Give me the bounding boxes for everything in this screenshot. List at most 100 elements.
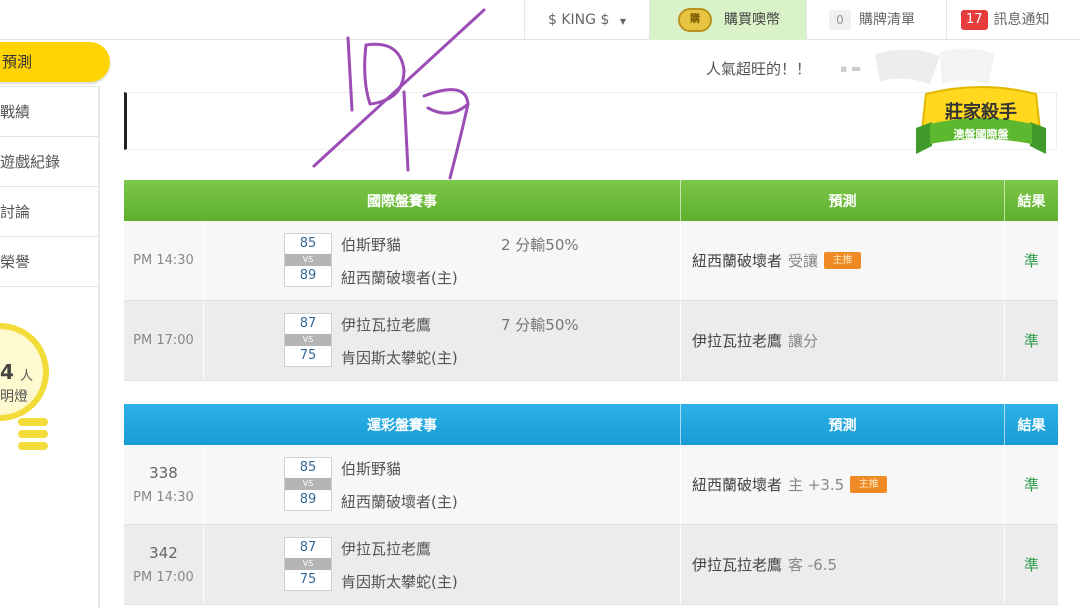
game-cell: 87 VS 75 伊拉瓦拉老鷹 肯因斯太攀蛇(主) bbox=[204, 525, 681, 604]
column-header-game: 國際盤賽事 bbox=[124, 180, 681, 221]
cart-label: 購牌清單 bbox=[859, 12, 915, 28]
lamp-unit: 人 bbox=[20, 369, 34, 384]
badge-title: 莊家殺手 bbox=[945, 102, 1017, 123]
score-box: 87 VS 75 bbox=[284, 537, 332, 591]
column-header-prediction: 預測 bbox=[681, 180, 1005, 221]
username: $ KING $ bbox=[548, 12, 610, 28]
team-away: 伊拉瓦拉老鷹 bbox=[341, 316, 432, 334]
cart-button[interactable]: 0 購牌清單 bbox=[806, 0, 946, 40]
buy-coin-label: 購買噢幣 bbox=[724, 12, 780, 28]
prediction-note: 受讓 bbox=[788, 252, 819, 270]
notifications-label: 訊息通知 bbox=[993, 12, 1050, 28]
chevron-down-icon: ▼ bbox=[619, 17, 626, 26]
notifications-button[interactable]: 17 訊息通知 bbox=[946, 0, 1080, 40]
sidebar-item-record[interactable]: 戰績 bbox=[0, 87, 98, 137]
vs-label: VS bbox=[285, 334, 331, 346]
sidebar-item-label: 戰績 bbox=[0, 103, 31, 121]
game-cell: 87 VS 75 伊拉瓦拉老鷹 肯因斯太攀蛇(主) 7 分輸50% bbox=[204, 301, 681, 380]
table-row[interactable]: PM 17:00 87 VS 75 伊拉瓦拉老鷹 肯因斯太攀蛇(主) 7 分輸5… bbox=[124, 301, 1058, 381]
time-cell: PM 17:00 bbox=[124, 301, 204, 380]
sidebar-menu: 戰績 遊戲紀錄 討論 榮譽 bbox=[0, 86, 100, 287]
team-home: 紐西蘭破壞者(主) bbox=[341, 269, 458, 287]
team-home: 肯因斯太攀蛇(主) bbox=[341, 349, 458, 367]
lamp-count: 4 bbox=[0, 360, 14, 384]
sidebar-item-label: 榮譽 bbox=[0, 253, 31, 271]
result-value: 準 bbox=[1023, 252, 1039, 270]
result-cell: 準 bbox=[1005, 221, 1058, 300]
table-row[interactable]: PM 14:30 85 VS 89 伯斯野貓 紐西蘭破壞者(主) 2 分輸50%… bbox=[124, 221, 1058, 301]
sidebar-item-game-history[interactable]: 遊戲紀錄 bbox=[0, 137, 98, 187]
match-number: 338 bbox=[149, 464, 178, 482]
column-header-game: 運彩盤賽事 bbox=[124, 404, 681, 445]
match-number: 342 bbox=[149, 544, 178, 562]
sidebar: 戰績 遊戲紀錄 討論 榮譽 預測 4 人 明燈 bbox=[0, 40, 110, 608]
buy-coin-button[interactable]: 購 購買噢幣 bbox=[649, 0, 806, 40]
column-header-prediction: 預測 bbox=[681, 404, 1005, 445]
coin-icon: 購 bbox=[678, 8, 712, 32]
team-away: 伊拉瓦拉老鷹 bbox=[341, 540, 432, 558]
team-away: 伯斯野貓 bbox=[341, 460, 402, 478]
sidebar-item-label: 遊戲紀錄 bbox=[0, 153, 61, 171]
match-time: PM 14:30 bbox=[133, 253, 194, 268]
prediction-team: 紐西蘭破壞者 bbox=[692, 252, 783, 270]
game-cell: 85 VS 89 伯斯野貓 紐西蘭破壞者(主) bbox=[204, 445, 681, 524]
time-cell: PM 14:30 bbox=[124, 221, 204, 300]
vs-label: VS bbox=[285, 254, 331, 266]
score-away: 87 bbox=[299, 316, 317, 331]
column-header-result: 結果 bbox=[1017, 193, 1046, 210]
team-home: 肯因斯太攀蛇(主) bbox=[341, 573, 458, 591]
margin-text: 7 分輸50% bbox=[501, 316, 579, 334]
prediction-note: 客 -6.5 bbox=[788, 556, 838, 574]
result-cell: 準 bbox=[1005, 301, 1058, 380]
score-box: 85 VS 89 bbox=[284, 457, 332, 511]
bookmaker-killer-badge: 莊家殺手 澳盤國際盤 bbox=[912, 84, 1050, 164]
prediction-team: 伊拉瓦拉老鷹 bbox=[692, 556, 783, 574]
table-header: 國際盤賽事 預測 結果 bbox=[124, 180, 1058, 221]
sidebar-item-honor[interactable]: 榮譽 bbox=[0, 237, 98, 287]
vs-label: VS bbox=[285, 558, 331, 570]
handwritten-date-annotation bbox=[312, 8, 486, 180]
badge-ribbon-icon bbox=[916, 86, 1046, 154]
column-header-result: 結果 bbox=[1017, 417, 1046, 434]
result-cell: 準 bbox=[1005, 525, 1058, 604]
prediction-cell: 紐西蘭破壞者 受讓 主推 bbox=[681, 221, 1005, 300]
sidebar-item-prediction[interactable]: 預測 bbox=[0, 42, 110, 82]
prediction-note: 主 +3.5 bbox=[788, 476, 845, 494]
result-value: 準 bbox=[1023, 556, 1039, 574]
badge-subtitle: 澳盤國際盤 bbox=[953, 128, 1009, 141]
result-cell: 準 bbox=[1005, 445, 1058, 524]
prediction-cell: 伊拉瓦拉老鷹 讓分 bbox=[681, 301, 1005, 380]
margin-text: 2 分輸50% bbox=[501, 236, 579, 254]
time-cell: 342 PM 17:00 bbox=[124, 525, 204, 604]
prediction-cell: 伊拉瓦拉老鷹 客 -6.5 bbox=[681, 525, 1005, 604]
prediction-note: 讓分 bbox=[788, 332, 819, 350]
international-table: 國際盤賽事 預測 結果 PM 14:30 85 VS 89 伯斯野貓 紐西蘭破壞… bbox=[124, 180, 1058, 381]
user-menu[interactable]: $ KING $ ▼ bbox=[524, 0, 649, 40]
sidebar-item-discussion[interactable]: 討論 bbox=[0, 187, 98, 237]
score-away: 85 bbox=[299, 460, 317, 475]
sports-lottery-table: 運彩盤賽事 預測 結果 338 PM 14:30 85 VS 89 伯斯野貓 紐… bbox=[124, 404, 1058, 605]
vs-label: VS bbox=[285, 478, 331, 490]
table-header: 運彩盤賽事 預測 結果 bbox=[124, 404, 1058, 445]
tagline: 人氣超旺的！！ bbox=[706, 60, 812, 78]
score-home: 75 bbox=[299, 348, 317, 363]
time-cell: 338 PM 14:30 bbox=[124, 445, 204, 524]
table-row[interactable]: 342 PM 17:00 87 VS 75 伊拉瓦拉老鷹 肯因斯太攀蛇(主) 伊… bbox=[124, 525, 1058, 605]
sidebar-item-label: 預測 bbox=[2, 53, 33, 71]
cart-count-badge: 0 bbox=[829, 10, 851, 30]
sidebar-item-label: 討論 bbox=[0, 203, 31, 221]
notification-count-badge: 17 bbox=[961, 10, 988, 30]
top-bar: $ KING $ ▼ 購 購買噢幣 0 購牌清單 17 訊息通知 bbox=[0, 0, 1080, 40]
table-row[interactable]: 338 PM 14:30 85 VS 89 伯斯野貓 紐西蘭破壞者(主) 紐西蘭… bbox=[124, 445, 1058, 525]
match-time: PM 14:30 bbox=[133, 490, 194, 505]
team-away: 伯斯野貓 bbox=[341, 236, 402, 254]
tagline-decoration: ▪ ▬ bbox=[840, 62, 862, 75]
score-away: 85 bbox=[299, 236, 317, 251]
prediction-team: 紐西蘭破壞者 bbox=[692, 476, 783, 494]
result-value: 準 bbox=[1023, 476, 1039, 494]
prediction-team: 伊拉瓦拉老鷹 bbox=[692, 332, 783, 350]
result-value: 準 bbox=[1023, 332, 1039, 350]
match-time: PM 17:00 bbox=[133, 570, 194, 585]
team-home: 紐西蘭破壞者(主) bbox=[341, 493, 458, 511]
score-home: 89 bbox=[299, 268, 317, 283]
